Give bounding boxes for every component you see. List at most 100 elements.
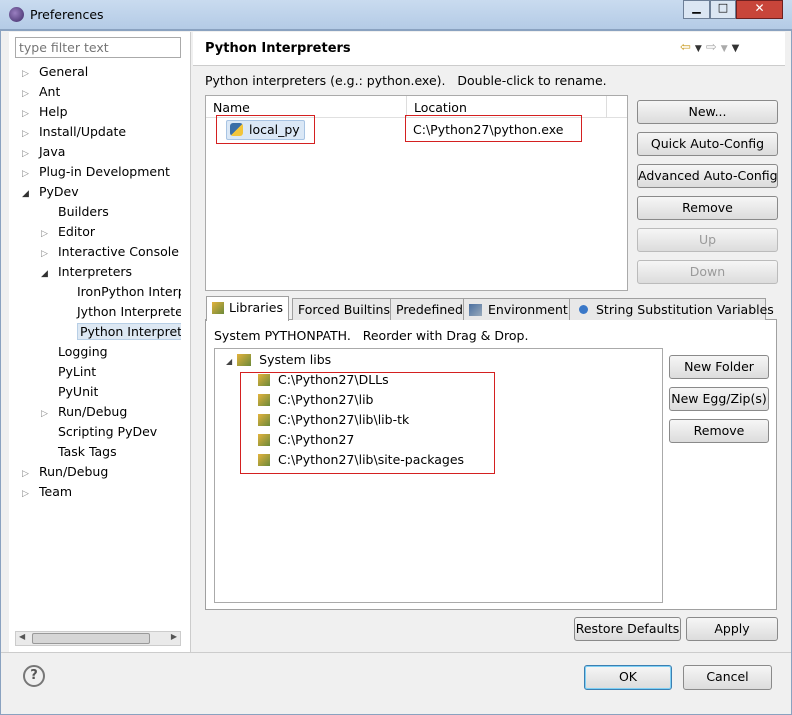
sidebar-item[interactable]: PyUnit xyxy=(41,382,98,402)
sidebar-item-label: Task Tags xyxy=(58,444,117,459)
apply-button[interactable]: Apply xyxy=(686,617,778,641)
collapsed-arrow-icon[interactable]: ▷ xyxy=(22,124,36,142)
sidebar-item-label: Help xyxy=(39,104,68,119)
remove-interpreter-button[interactable]: Remove xyxy=(637,196,778,220)
highlight-name xyxy=(216,115,315,144)
page-title: Python Interpreters xyxy=(205,41,351,56)
variable-icon xyxy=(579,305,588,314)
new-folder-button[interactable]: New Folder xyxy=(669,355,769,379)
up-button[interactable]: Up xyxy=(637,228,778,252)
sidebar-item-label: Builders xyxy=(58,204,109,219)
close-button[interactable]: ✕ xyxy=(736,0,783,19)
scroll-right-icon[interactable]: ▶ xyxy=(171,632,177,641)
sidebar-item[interactable]: ▷ Run/Debug xyxy=(41,402,127,422)
highlight-libs xyxy=(240,372,495,474)
forward-arrow-icon[interactable]: ⇨ xyxy=(706,40,721,55)
sidebar-item[interactable]: PyLint xyxy=(41,362,96,382)
sidebar-item[interactable]: Jython Interpreter xyxy=(60,302,181,322)
collapsed-arrow-icon[interactable]: ▷ xyxy=(22,164,36,182)
quick-auto-config-button[interactable]: Quick Auto-Config xyxy=(637,132,778,156)
sidebar-item-label: Editor xyxy=(58,224,95,239)
environment-icon xyxy=(469,304,482,316)
sidebar-item[interactable]: IronPython Interpreter xyxy=(60,282,181,302)
column-header-location[interactable]: Location xyxy=(414,100,467,115)
view-menu-icon[interactable]: ▼ xyxy=(732,43,744,54)
collapsed-arrow-icon[interactable]: ▷ xyxy=(22,64,36,82)
sidebar-item[interactable]: Builders xyxy=(41,202,109,222)
sidebar-item[interactable]: ◢ Interpreters xyxy=(41,262,132,282)
sidebar-item[interactable]: ▷ Team xyxy=(22,482,72,502)
collapsed-arrow-icon[interactable]: ▷ xyxy=(22,84,36,102)
help-button[interactable]: ? xyxy=(23,665,45,687)
collapsed-arrow-icon[interactable]: ▷ xyxy=(41,404,55,422)
ok-button[interactable]: OK xyxy=(584,665,672,690)
horizontal-scrollbar[interactable]: ◀ ▶ xyxy=(15,631,181,646)
tab-string-substitution[interactable]: String Substitution Variables xyxy=(569,298,774,320)
new-interpreter-button[interactable]: New... xyxy=(637,100,778,124)
sidebar-item-label: PyDev xyxy=(39,184,79,199)
sidebar-item[interactable]: ▷ Install/Update xyxy=(22,122,126,142)
sidebar-item[interactable]: ▷ Ant xyxy=(22,82,60,102)
sidebar-item[interactable]: ◢ PyDev xyxy=(22,182,79,202)
collapsed-arrow-icon[interactable]: ▷ xyxy=(22,104,36,122)
sidebar-item[interactable]: ▷ Interactive Console xyxy=(41,242,179,262)
minimize-button[interactable]: ▁ xyxy=(683,0,710,19)
maximize-button[interactable]: □ xyxy=(710,0,736,19)
sidebar-item-label: Java xyxy=(39,144,66,159)
sidebar-item-label: PyLint xyxy=(58,364,97,379)
sidebar-item-label: Team xyxy=(39,484,73,499)
title-bar: Preferences ▁ □ ✕ xyxy=(0,0,792,30)
column-header-name[interactable]: Name xyxy=(213,100,250,115)
forward-menu-icon[interactable]: ▼ xyxy=(721,44,732,54)
sidebar-item-label: Logging xyxy=(58,344,108,359)
tab-forced-builtins[interactable]: Forced Builtins xyxy=(292,298,396,320)
cancel-button[interactable]: Cancel xyxy=(683,665,772,690)
sidebar-item[interactable]: Python Interpreter xyxy=(60,322,181,342)
sidebar-item-label: IronPython Interpreter xyxy=(77,284,181,299)
tab-libraries[interactable]: Libraries xyxy=(206,296,289,321)
sidebar-item[interactable]: Task Tags xyxy=(41,442,117,462)
sidebar-item-label: Jython Interpreter xyxy=(77,304,181,319)
sidebar-item-label: Interpreters xyxy=(58,264,133,279)
window-title: Preferences xyxy=(30,7,104,22)
system-libs-node[interactable]: ◢ System libs xyxy=(226,350,331,370)
collapsed-arrow-icon[interactable]: ▷ xyxy=(22,484,36,502)
scroll-thumb[interactable] xyxy=(32,633,150,644)
collapsed-arrow-icon[interactable]: ▷ xyxy=(41,244,55,262)
help-icon: ? xyxy=(30,668,38,683)
advanced-auto-config-button[interactable]: Advanced Auto-Config xyxy=(637,164,778,188)
tab-predefined[interactable]: Predefined xyxy=(390,298,469,320)
filter-input[interactable] xyxy=(15,37,181,58)
collapsed-arrow-icon[interactable]: ▷ xyxy=(22,144,36,162)
restore-defaults-button[interactable]: Restore Defaults xyxy=(574,617,681,641)
remove-lib-button[interactable]: Remove xyxy=(669,419,769,443)
expanded-arrow-icon[interactable]: ◢ xyxy=(226,357,232,366)
back-arrow-icon[interactable]: ⇦ xyxy=(680,40,695,55)
expanded-arrow-icon[interactable]: ◢ xyxy=(22,184,36,202)
sidebar-item[interactable]: ▷ General xyxy=(22,62,88,82)
libraries-icon xyxy=(237,354,252,366)
expanded-arrow-icon[interactable]: ◢ xyxy=(41,264,55,282)
libraries-icon xyxy=(212,302,224,314)
sidebar-item[interactable]: ▷ Editor xyxy=(41,222,95,242)
highlight-location xyxy=(405,115,582,142)
collapsed-arrow-icon[interactable]: ▷ xyxy=(41,224,55,242)
sidebar-item-label: Scripting PyDev xyxy=(58,424,158,439)
sidebar-item[interactable]: Scripting PyDev xyxy=(41,422,157,442)
new-egg-zip-button[interactable]: New Egg/Zip(s) xyxy=(669,387,769,411)
nav-controls: ⇦▼⇨▼▼ xyxy=(680,40,743,55)
scroll-left-icon[interactable]: ◀ xyxy=(19,632,25,641)
sidebar-item[interactable]: ▷ Help xyxy=(22,102,68,122)
sidebar-item[interactable]: Logging xyxy=(41,342,108,362)
sidebar-item[interactable]: ▷ Java xyxy=(22,142,65,162)
sidebar-item[interactable]: ▷ Plug-in Development xyxy=(22,162,170,182)
sidebar-item-label: Interactive Console xyxy=(58,244,179,259)
back-menu-icon[interactable]: ▼ xyxy=(695,44,706,54)
sidebar-item-label: General xyxy=(39,64,89,79)
sidebar-item[interactable]: ▷ Run/Debug xyxy=(22,462,108,482)
tab-environment[interactable]: Environment xyxy=(463,298,574,320)
down-button[interactable]: Down xyxy=(637,260,778,284)
collapsed-arrow-icon[interactable]: ▷ xyxy=(22,464,36,482)
sidebar-item-label: Install/Update xyxy=(39,124,127,139)
sidebar-item-label: Ant xyxy=(39,84,61,99)
